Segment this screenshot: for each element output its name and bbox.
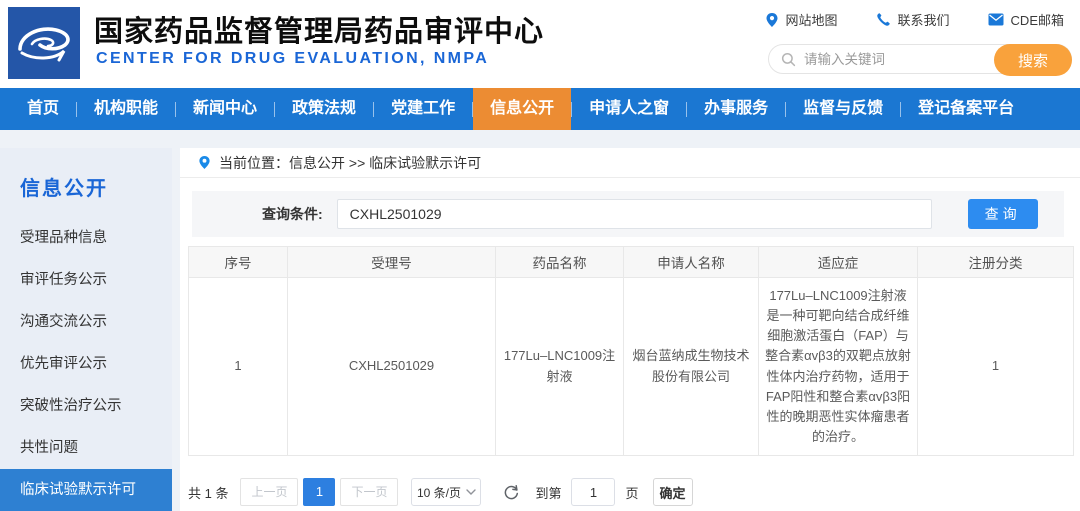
- goto-page-input[interactable]: [571, 478, 616, 507]
- sidebar-item-clinical-trial-implied-license[interactable]: 临床试验默示许可: [0, 469, 172, 511]
- nav-item-home[interactable]: 首页: [10, 88, 76, 130]
- cell-drug-name: 177Lu–LNC1009注射液: [495, 276, 624, 457]
- query-label: 查询条件:: [262, 206, 323, 222]
- cell-acceptance-number: CXHL2501029: [287, 276, 496, 457]
- main-content: 当前位置：信息公开 >> 临床试验默示许可 查询条件: 查询 序号 受理号 药品…: [180, 148, 1080, 511]
- breadcrumb: 当前位置：信息公开 >> 临床试验默示许可: [180, 148, 1080, 178]
- cell-registration-class: 1: [917, 276, 1074, 457]
- goto-page-label: 到第: [535, 485, 562, 501]
- cde-logo-swirl-icon: [18, 27, 70, 62]
- sitemap-link[interactable]: 网站地图: [765, 10, 838, 29]
- col-header-index: 序号: [188, 246, 288, 278]
- mailbox-label: CDE邮箱: [1010, 13, 1064, 28]
- sidebar-item-breakthrough-therapy[interactable]: 突破性治疗公示: [0, 385, 172, 427]
- page-size-select[interactable]: 10 条/页: [411, 478, 482, 507]
- search-button[interactable]: 搜索: [994, 44, 1072, 76]
- col-header-registration-class: 注册分类: [917, 246, 1074, 278]
- cell-index: 1: [188, 276, 288, 457]
- cde-logo[interactable]: [8, 7, 80, 79]
- sidebar-item-communication[interactable]: 沟通交流公示: [0, 301, 172, 343]
- mailbox-link[interactable]: CDE邮箱: [988, 10, 1064, 29]
- breadcrumb-text: 当前位置：信息公开 >> 临床试验默示许可: [219, 154, 482, 171]
- chevron-down-icon: [466, 489, 476, 496]
- col-header-applicant: 申请人名称: [623, 246, 759, 278]
- col-header-indication: 适应症: [758, 246, 918, 278]
- sidebar: 信息公开 受理品种信息 审评任务公示 沟通交流公示 优先审评公示 突破性治疗公示…: [0, 148, 172, 511]
- page-size-value: 10 条/页: [416, 485, 461, 500]
- nav-item-information-disclosure[interactable]: 信息公开: [473, 88, 572, 130]
- sidebar-item-common-issues[interactable]: 共性问题: [0, 427, 172, 469]
- location-pin-icon: [766, 12, 778, 27]
- refresh-button[interactable]: [503, 484, 520, 501]
- nav-item-applicant-window[interactable]: 申请人之窗: [572, 88, 686, 130]
- cell-indication: 177Lu–LNC1009注射液是一种可靶向结合成纤维细胞激活蛋白（FAP）与整…: [758, 276, 918, 457]
- main-nav: 首页 机构职能 新闻中心 政策法规 党建工作 信息公开 申请人之窗 办事服务 监…: [0, 88, 1080, 130]
- nav-item-party-building[interactable]: 党建工作: [374, 88, 472, 130]
- sidebar-item-accepted-varieties[interactable]: 受理品种信息: [0, 217, 172, 259]
- table-header-row: 序号 受理号 药品名称 申请人名称 适应症 注册分类: [188, 246, 1074, 278]
- nav-item-supervision-feedback[interactable]: 监督与反馈: [786, 88, 900, 130]
- table-row: 1 CXHL2501029 177Lu–LNC1009注射液 烟台蓝纳成生物技术…: [188, 276, 1074, 457]
- page-number-button[interactable]: 1: [303, 478, 336, 507]
- nav-item-policies[interactable]: 政策法规: [275, 88, 373, 130]
- refresh-icon: [505, 484, 519, 499]
- query-input[interactable]: [336, 199, 932, 229]
- results-table: 序号 受理号 药品名称 申请人名称 适应症 注册分类 1 CXHL2501029…: [188, 246, 1074, 457]
- quick-links: 网站地图 联系我们 CDE邮箱: [765, 10, 1064, 29]
- header: 国家药品监督管理局药品审评中心 CENTER FOR DRUG EVALUATI…: [0, 0, 1080, 88]
- phone-icon: [876, 13, 890, 26]
- sidebar-item-priority-review[interactable]: 优先审评公示: [0, 343, 172, 385]
- contact-link[interactable]: 联系我们: [876, 10, 950, 29]
- nav-item-news[interactable]: 新闻中心: [176, 88, 274, 130]
- col-header-drug-name: 药品名称: [495, 246, 624, 278]
- next-page-button[interactable]: 下一页: [340, 478, 399, 507]
- query-button[interactable]: 查询: [967, 199, 1038, 229]
- confirm-button[interactable]: 确定: [652, 478, 693, 507]
- site-subtitle: CENTER FOR DRUG EVALUATION, NMPA: [96, 50, 490, 67]
- sidebar-item-review-tasks[interactable]: 审评任务公示: [0, 259, 172, 301]
- nav-item-services[interactable]: 办事服务: [687, 88, 785, 130]
- nav-item-functions[interactable]: 机构职能: [77, 88, 175, 130]
- site-title: 国家药品监督管理局药品审评中心: [94, 16, 545, 48]
- nav-item-registration-platform[interactable]: 登记备案平台: [901, 88, 1031, 130]
- sitemap-label: 网站地图: [785, 13, 838, 28]
- search-bar: 搜索: [768, 44, 1072, 76]
- page-unit-label: 页: [625, 485, 639, 501]
- pagination-total: 共 1 条: [188, 485, 229, 501]
- col-header-acceptance-number: 受理号: [287, 246, 496, 278]
- query-panel: 查询条件: 查询: [192, 191, 1064, 237]
- prev-page-button[interactable]: 上一页: [240, 478, 299, 507]
- pagination: 共 1 条 上一页 1 下一页 10 条/页 到第 页 确定: [188, 478, 1080, 507]
- cell-applicant: 烟台蓝纳成生物技术股份有限公司: [623, 276, 759, 457]
- contact-label: 联系我们: [897, 13, 950, 28]
- mail-icon: [988, 13, 1004, 26]
- search-icon: [781, 52, 796, 66]
- sidebar-title: 信息公开: [20, 178, 108, 200]
- location-pin-icon: [199, 156, 210, 169]
